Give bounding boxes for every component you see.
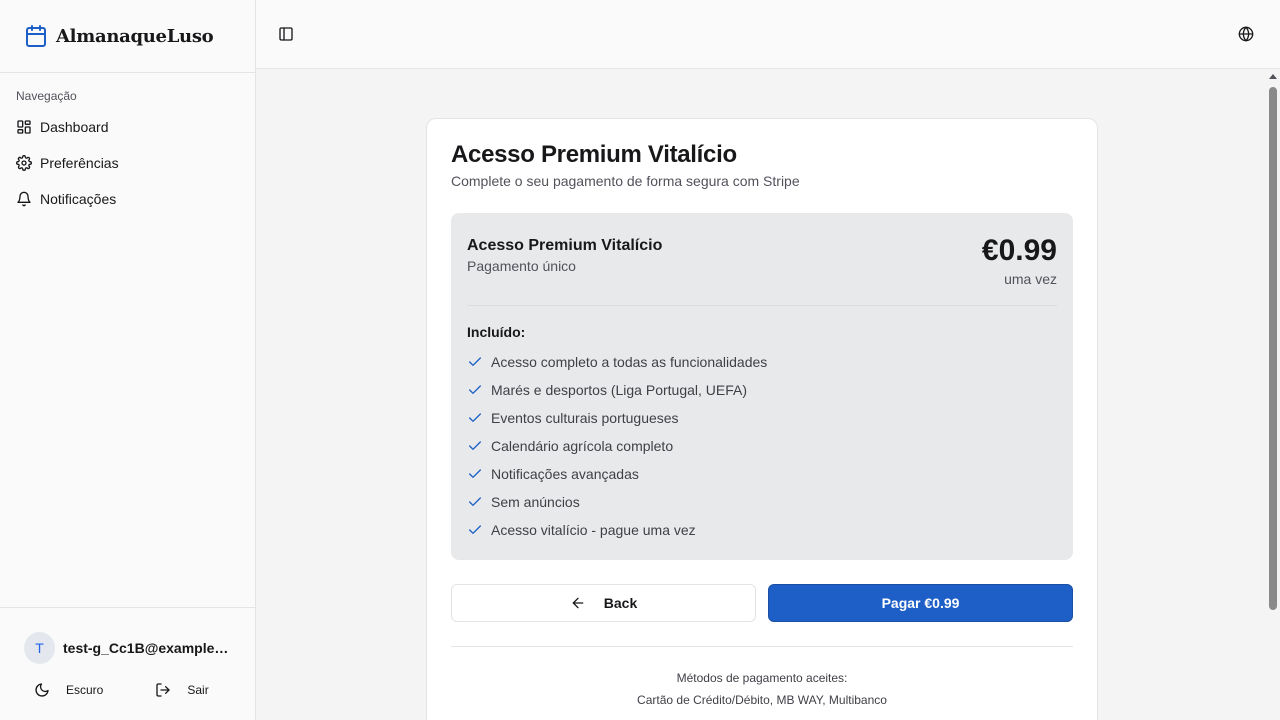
list-item: Acesso completo a todas as funcionalidad… (467, 348, 1057, 376)
feature-label: Acesso completo a todas as funcionalidad… (491, 354, 768, 370)
sidebar-item-label: Notificações (40, 191, 117, 207)
sidebar-footer: T test-g_Cc1B@example.com Escuro Sair (0, 607, 255, 720)
back-label: Back (603, 595, 638, 611)
page-subtitle: Complete o seu pagamento de forma segura… (451, 173, 800, 189)
logout-button[interactable]: Sair (155, 682, 209, 698)
payment-methods-list: Cartão de Crédito/Débito, MB WAY, Multib… (637, 693, 887, 707)
list-item: Marés e desportos (Liga Portugal, UEFA) (467, 376, 1057, 404)
feature-label: Sem anúncios (491, 494, 580, 510)
main-content: Acesso Premium Vitalício Complete o seu … (256, 69, 1266, 720)
scroll-up-icon[interactable] (1269, 74, 1277, 79)
feature-label: Marés e desportos (Liga Portugal, UEFA) (491, 382, 748, 398)
sidebar-nav: Navegação Dashboard Preferências Notific… (0, 73, 255, 217)
feature-list: Acesso completo a todas as funcionalidad… (467, 348, 1057, 544)
gear-icon (16, 155, 32, 171)
bell-icon (16, 191, 32, 207)
theme-toggle-button[interactable]: Escuro (34, 682, 103, 698)
check-icon (467, 466, 483, 482)
plan-price: €0.99 (981, 234, 1057, 267)
check-icon (467, 494, 483, 510)
list-item: Calendário agrícola completo (467, 432, 1057, 460)
pay-button[interactable]: Pagar €0.99 (768, 584, 1073, 622)
user-email: test-g_Cc1B@example.com (63, 640, 231, 656)
feature-label: Notificações avançadas (491, 466, 639, 482)
footer-actions: Escuro Sair (24, 682, 231, 698)
plan-name: Acesso Premium Vitalício (467, 237, 663, 254)
scrollbar[interactable] (1266, 69, 1280, 720)
list-item: Eventos culturais portugueses (467, 404, 1057, 432)
feature-label: Acesso vitalício - pague uma vez (491, 522, 696, 538)
sidebar-item-notifications[interactable]: Notificações (16, 181, 239, 217)
calendar-icon (24, 24, 48, 48)
user-menu[interactable]: T test-g_Cc1B@example.com (24, 628, 231, 668)
list-item: Acesso vitalício - pague uma vez (467, 516, 1057, 544)
list-item: Sem anúncios (467, 488, 1057, 516)
check-icon (467, 522, 483, 538)
pay-label: Pagar €0.99 (881, 595, 960, 611)
logout-icon (155, 682, 171, 698)
avatar: T (24, 632, 55, 664)
arrow-left-icon (570, 595, 586, 611)
feature-label: Eventos culturais portugueses (491, 410, 679, 426)
dashboard-icon (16, 119, 32, 135)
back-button[interactable]: Back (451, 584, 756, 622)
globe-icon[interactable] (1238, 26, 1254, 42)
payment-methods-title: Métodos de pagamento aceites: (676, 671, 848, 685)
topbar (256, 0, 1280, 69)
check-icon (467, 354, 483, 370)
plan-header: Acesso Premium Vitalício Pagamento único… (467, 235, 1057, 306)
checkout-actions: Back Pagar €0.99 (451, 584, 1073, 622)
sidebar-item-dashboard[interactable]: Dashboard (16, 109, 239, 145)
feature-label: Calendário agrícola completo (491, 438, 674, 454)
app-name: AlmanaqueLuso (56, 25, 214, 47)
moon-icon (34, 682, 50, 698)
page-title: Acesso Premium Vitalício (451, 141, 737, 168)
checkout-card: Acesso Premium Vitalício Complete o seu … (426, 118, 1098, 720)
plan-type: Pagamento único (467, 258, 576, 274)
plan-summary: Acesso Premium Vitalício Pagamento único… (451, 213, 1073, 560)
check-icon (467, 410, 483, 426)
plan-period: uma vez (1004, 271, 1057, 287)
divider (451, 646, 1073, 647)
check-icon (467, 382, 483, 398)
sidebar-item-preferences[interactable]: Preferências (16, 145, 239, 181)
nav-section-title: Navegação (16, 89, 77, 103)
included-title: Incluído: (467, 324, 526, 340)
scrollbar-thumb[interactable] (1269, 87, 1277, 610)
sidebar-item-label: Dashboard (40, 119, 109, 135)
brand[interactable]: AlmanaqueLuso (0, 0, 255, 73)
theme-label: Escuro (66, 683, 104, 697)
logout-label: Sair (187, 683, 209, 697)
sidebar-toggle-icon[interactable] (278, 26, 294, 42)
sidebar-item-label: Preferências (40, 155, 119, 171)
check-icon (467, 438, 483, 454)
list-item: Notificações avançadas (467, 460, 1057, 488)
sidebar: AlmanaqueLuso Navegação Dashboard Prefer… (0, 0, 256, 720)
